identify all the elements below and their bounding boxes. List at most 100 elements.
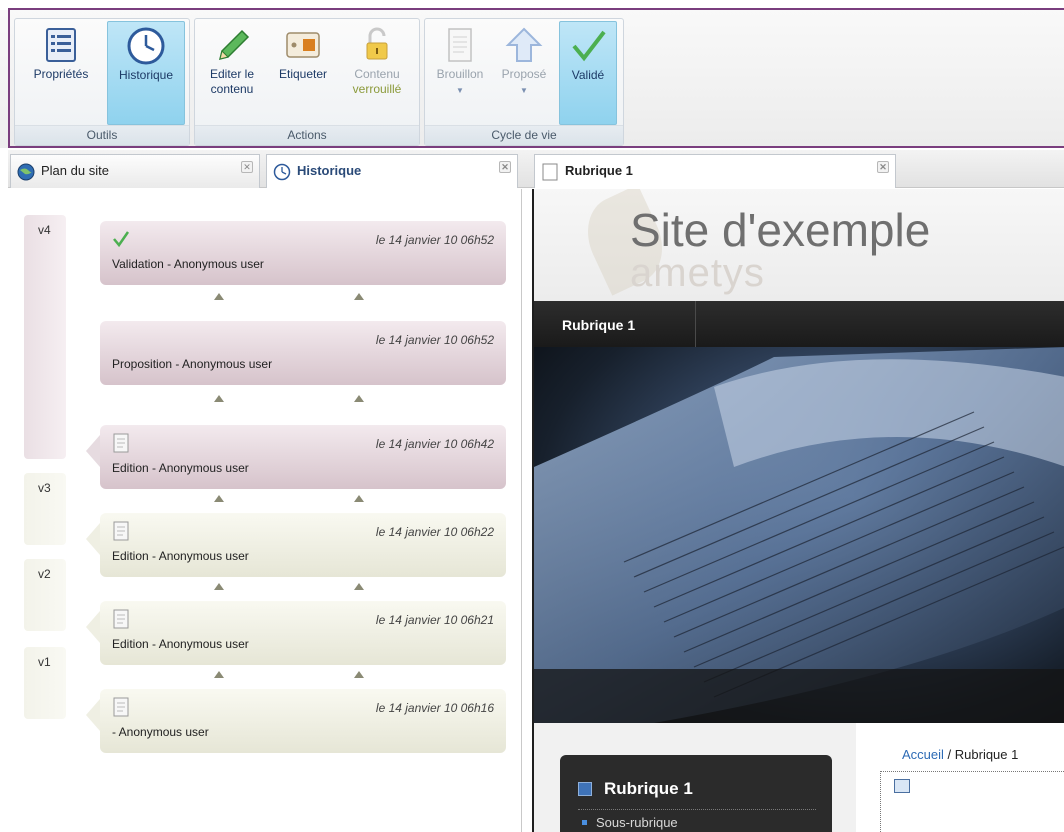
lock-content-button[interactable]: Contenu verrouillé [341,21,413,125]
clock-icon [273,163,291,181]
arrow-up-icon [354,583,364,590]
history-entry-description: Validation - Anonymous user [112,257,264,271]
arrow-up-icon [354,671,364,678]
ribbon-group-outils: Propriétés Historique Outils [14,18,190,146]
sidebar-menu-title[interactable]: Rubrique 1 [604,779,693,799]
lock-content-label-2: verrouillé [352,82,402,96]
site-navbar: Rubrique 1 [534,301,1064,347]
version-label: v2 [24,559,66,631]
history-panel: v4 v3 v2 v1 le 14 janvier 10 06h52 Valid… [8,189,522,832]
arrow-up-icon [214,495,224,502]
ribbon-group-label: Outils [15,125,189,145]
arrow-up-icon [505,27,543,62]
properties-icon [46,28,76,62]
history-entry-description: - Anonymous user [112,725,209,739]
history-entry-date: le 14 janvier 10 06h42 [375,437,494,451]
breadcrumb-separator: / [943,747,955,762]
globe-icon [17,163,35,181]
document-icon [113,433,129,453]
arrow-up-icon [354,395,364,402]
right-tab-bar: Rubrique 1 ✕ [522,150,1064,188]
tag-label: Etiqueter [278,67,328,81]
left-tab-bar: Plan du site ✕ Historique ✕ [8,150,522,188]
entry-notch [86,699,100,731]
propose-button[interactable]: Proposé ▼ [493,21,555,125]
history-entry[interactable]: le 14 janvier 10 06h16 - Anonymous user [86,689,506,753]
sidebar-item-sous-rubrique[interactable]: Sous-rubrique [596,815,678,830]
history-entry[interactable]: le 14 janvier 10 06h21 Edition - Anonymo… [86,601,506,665]
tab-site-map-label: Plan du site [41,163,109,178]
history-entry[interactable]: le 14 janvier 10 06h42 Edition - Anonymo… [86,425,506,489]
padlock-icon [366,27,388,60]
hero-image [534,347,1064,723]
history-entry-description: Edition - Anonymous user [112,549,249,563]
chevron-down-icon: ▼ [520,86,528,95]
site-title: Site d'exemple [630,204,931,256]
page-preview: Site d'exemple ametys Rubrique 1 Rubriqu… [532,189,1064,832]
draft-document-icon [448,28,472,62]
edit-content-button[interactable]: Editer le contenu [199,21,265,125]
history-entry-description: Proposition - Anonymous user [112,357,273,371]
ribbon-group-label: Cycle de vie [425,125,623,145]
history-entry-date: le 14 janvier 10 06h52 [375,333,494,347]
ribbon-group-label: Actions [195,125,419,145]
ribbon-group-actions: Editer le contenu Etiqueter Contenu verr… [194,18,420,146]
pencil-icon [218,29,250,61]
tab-history[interactable]: Historique ✕ [266,154,518,188]
chevron-down-icon: ▼ [456,86,464,95]
validate-button[interactable]: Validé [559,21,617,125]
arrow-up-icon [354,495,364,502]
sidebar-menu: Rubrique 1 Sous-rubrique [560,755,832,832]
arrow-up-icon [354,293,364,300]
entry-notch [86,523,100,555]
edit-content-label-1: Editer le [209,67,255,81]
draft-button[interactable]: Brouillon ▼ [429,21,491,125]
history-entry-date: le 14 janvier 10 06h16 [375,701,494,715]
breadcrumb: Accueil / Rubrique 1 [902,747,1018,762]
page-content: Rubrique 1 Sous-rubrique Accueil / Rubri… [534,723,1064,832]
history-entry-date: le 14 janvier 10 06h22 [375,525,494,539]
history-label: Historique [118,68,174,82]
history-entry[interactable]: le 14 janvier 10 06h52 Proposition - Ano… [100,321,506,385]
entry-notch [86,435,100,467]
document-icon [113,697,129,717]
breadcrumb-current: Rubrique 1 [954,747,1019,762]
version-label: v3 [24,473,66,545]
tag-button[interactable]: Etiqueter [267,21,339,125]
nav-item-rubrique[interactable]: Rubrique 1 [534,301,696,347]
history-entry-description: Edition - Anonymous user [112,637,249,651]
close-icon[interactable]: ✕ [877,161,889,173]
history-entry-description: Edition - Anonymous user [112,461,249,475]
book-photo [534,347,1064,723]
history-entry[interactable]: le 14 janvier 10 06h22 Edition - Anonymo… [86,513,506,577]
lock-content-label-1: Contenu [354,67,400,81]
close-icon[interactable]: ✕ [241,161,253,173]
arrow-up-icon [214,583,224,590]
clock-icon [127,27,165,65]
tag-icon [286,32,320,58]
properties-button[interactable]: Propriétés [21,21,101,125]
site-subtitle: ametys [630,251,765,295]
version-label: v1 [24,647,66,719]
edit-zone-icon[interactable] [894,779,910,793]
arrow-up-icon [214,395,224,402]
checkmark-icon [113,231,130,248]
breadcrumb-home-link[interactable]: Accueil [902,747,944,762]
version-label: v4 [24,215,66,459]
validate-label: Validé [571,68,605,82]
history-entry[interactable]: le 14 janvier 10 06h52 Validation - Anon… [100,221,506,285]
divider [578,809,816,810]
history-entry-date: le 14 janvier 10 06h52 [375,233,494,247]
history-button[interactable]: Historique [107,21,185,125]
propose-label: Proposé [501,67,547,81]
tab-rubrique[interactable]: Rubrique 1 ✕ [534,154,896,188]
checkmark-icon [572,30,606,62]
document-icon [113,521,129,541]
tab-rubrique-label: Rubrique 1 [565,163,633,178]
entry-notch [86,611,100,643]
hero-caption-band [534,669,1064,723]
tab-site-map[interactable]: Plan du site ✕ [10,154,260,188]
bullet-icon [582,820,587,825]
close-icon[interactable]: ✕ [499,161,511,173]
folder-icon [578,782,592,796]
